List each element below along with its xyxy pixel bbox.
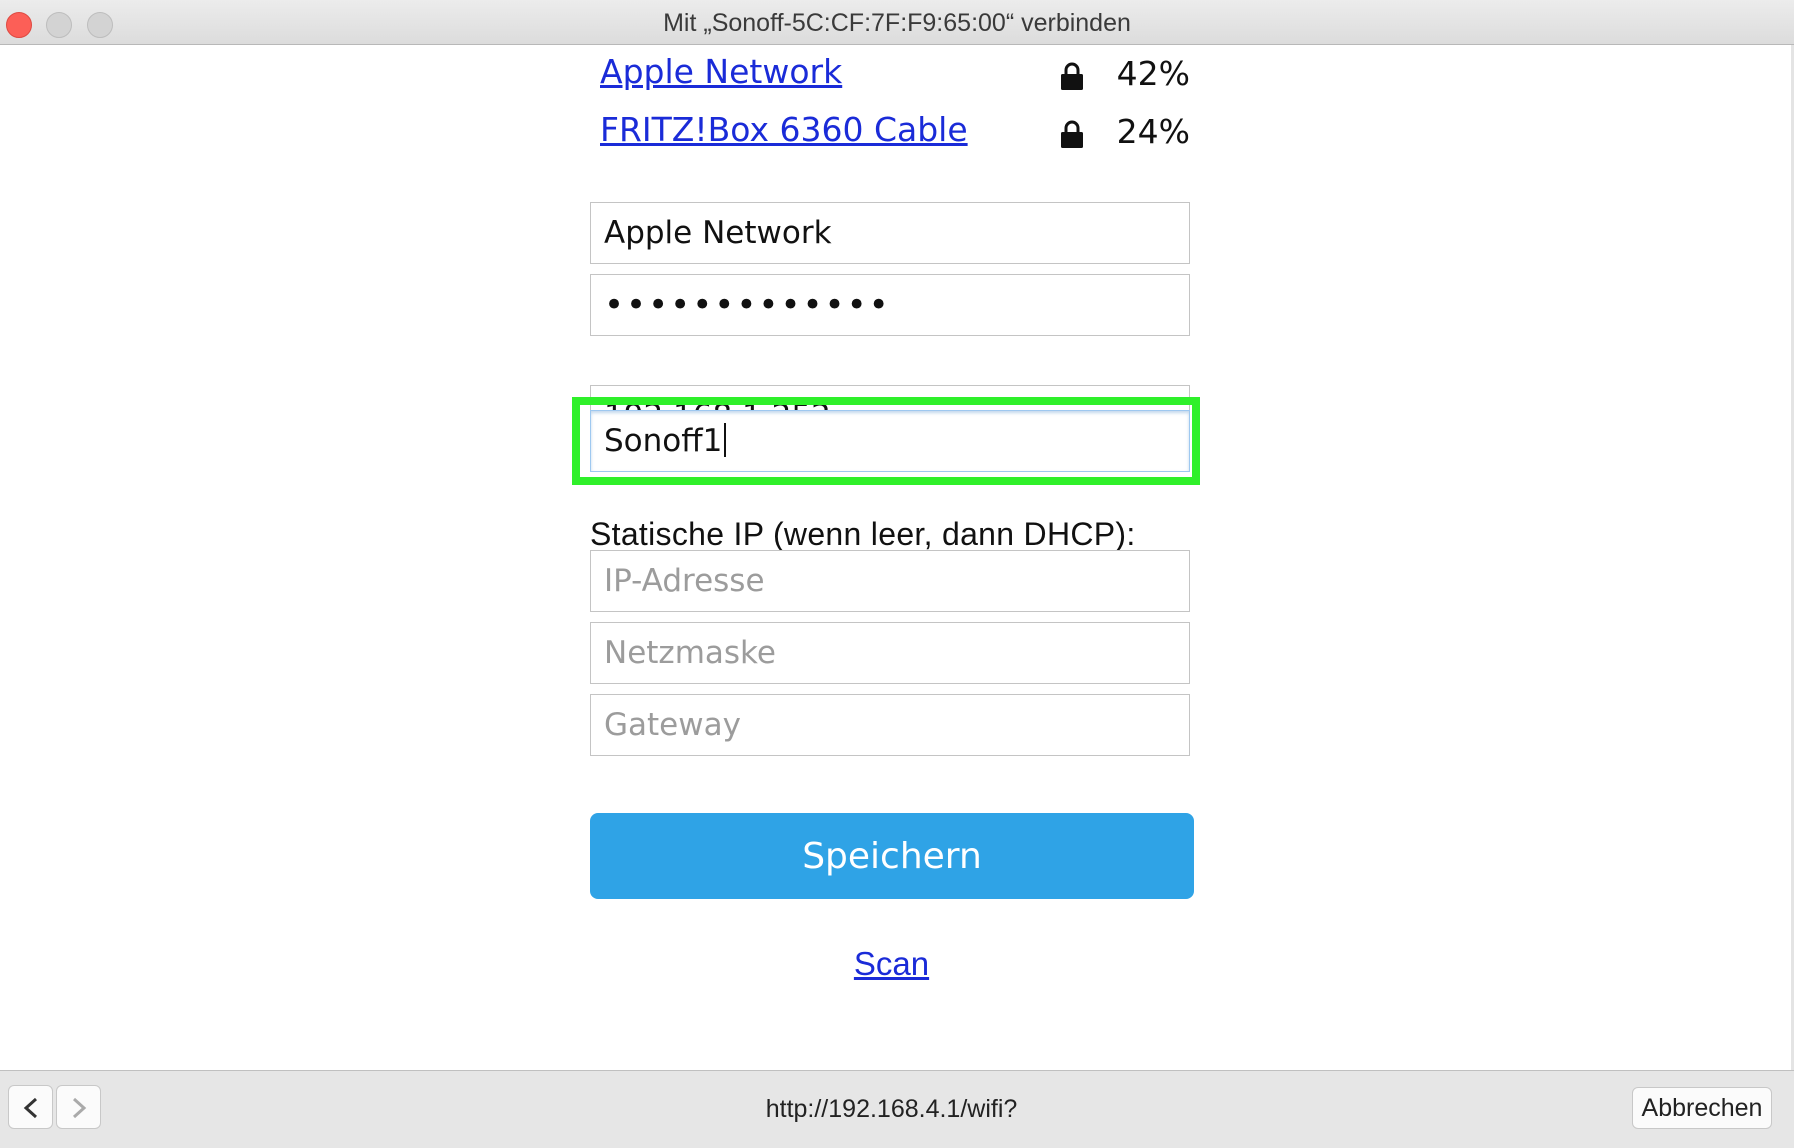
network-list-item: FRITZ!Box 6360 Cable 24% bbox=[600, 110, 1190, 158]
gateway-input[interactable]: Gateway bbox=[590, 694, 1190, 756]
netmask-input[interactable]: Netzmaske bbox=[590, 622, 1190, 684]
url-display: http://192.168.4.1/wifi? bbox=[765, 1095, 1018, 1123]
signal-strength: 24% bbox=[1116, 112, 1190, 151]
network-link[interactable]: Apple Network bbox=[600, 52, 842, 91]
hostname-value: Sonoff1 bbox=[604, 423, 723, 459]
password-field[interactable]: ••••••••••••• bbox=[590, 274, 1190, 336]
ssid-field[interactable]: Apple Network bbox=[590, 202, 1190, 264]
lock-icon bbox=[1061, 120, 1083, 148]
scan-link[interactable]: Scan bbox=[0, 945, 1783, 983]
cancel-button[interactable]: Abbrechen bbox=[1632, 1087, 1772, 1129]
window-titlebar: Mit „Sonoff-5C:CF:7F:F9:65:00“ verbinden bbox=[0, 0, 1794, 45]
signal-strength: 42% bbox=[1116, 54, 1190, 93]
bottom-toolbar: http://192.168.4.1/wifi? Abbrechen bbox=[0, 1070, 1794, 1148]
network-link[interactable]: FRITZ!Box 6360 Cable bbox=[600, 110, 968, 149]
text-caret bbox=[724, 423, 727, 457]
static-ip-label: Statische IP (wenn leer, dann DHCP): bbox=[590, 516, 1136, 552]
lock-icon bbox=[1061, 62, 1083, 90]
window-title: Mit „Sonoff-5C:CF:7F:F9:65:00“ verbinden bbox=[663, 9, 1131, 37]
static-ip-input[interactable]: IP-Adresse bbox=[590, 550, 1190, 612]
network-list-item: Apple Network 42% bbox=[600, 52, 1190, 100]
hostname-field[interactable]: Sonoff1 bbox=[590, 410, 1190, 472]
save-button[interactable]: Speichern bbox=[590, 813, 1194, 899]
